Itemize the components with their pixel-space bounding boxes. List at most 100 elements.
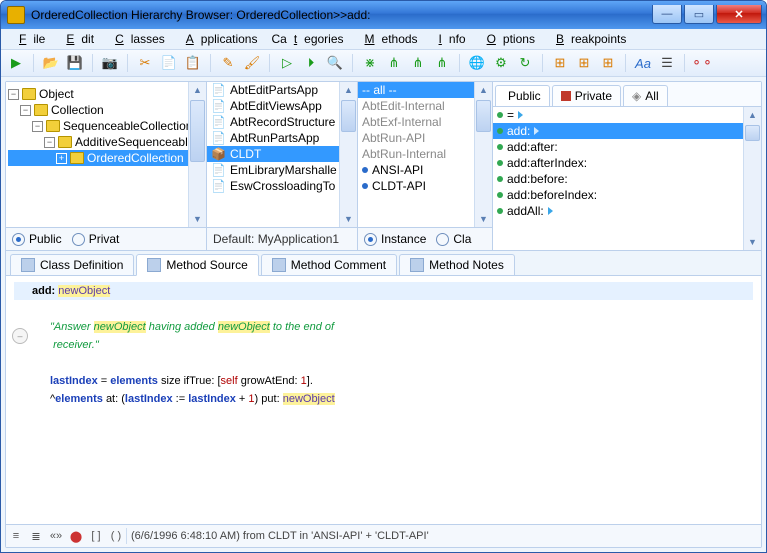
gutter-marker[interactable]: – xyxy=(12,328,28,344)
status-icon[interactable]: «» xyxy=(46,530,66,542)
camera-icon[interactable]: 📷 xyxy=(101,54,119,72)
radio-public[interactable]: Public xyxy=(12,232,62,246)
class-hierarchy-pane: −Object −Collection −SequenceableCollect… xyxy=(6,82,207,250)
tab-class-definition[interactable]: Class Definition xyxy=(10,254,134,275)
menu-info[interactable]: Info xyxy=(425,30,473,48)
refresh-icon[interactable]: ↻ xyxy=(516,54,534,72)
brush-icon[interactable]: 🖌 xyxy=(243,54,261,72)
open-icon[interactable]: 📂 xyxy=(42,54,60,72)
grid3-icon[interactable]: ⊞ xyxy=(599,54,617,72)
pencil-icon[interactable]: ✎ xyxy=(219,54,237,72)
status-icon[interactable]: ≣ xyxy=(26,530,46,543)
list-item[interactable]: = xyxy=(493,107,761,123)
list-item[interactable]: add:before: xyxy=(493,171,761,187)
menu-classes[interactable]: Classes xyxy=(101,30,172,48)
tab-icon xyxy=(147,258,161,272)
checklist-icon[interactable]: ☰ xyxy=(658,54,676,72)
tree-row[interactable]: −SequenceableCollection xyxy=(8,118,204,134)
minimize-button[interactable]: — xyxy=(652,5,682,24)
menubar[interactable]: File Edit Classes Applications Categorie… xyxy=(1,29,766,50)
list-item-selected[interactable]: add: xyxy=(493,123,761,139)
status-icon[interactable]: [ ] xyxy=(86,530,106,542)
list-item[interactable]: 📄 AbtRunPartsApp xyxy=(207,130,357,146)
list-item[interactable]: add:after: xyxy=(493,139,761,155)
class-tree[interactable]: −Object −Collection −SequenceableCollect… xyxy=(6,82,206,227)
status-icon[interactable]: ⬤ xyxy=(66,530,86,543)
tree-row-selected[interactable]: +OrderedCollection xyxy=(8,150,204,166)
categories-list[interactable]: -- all -- AbtEdit-Internal AbtExf-Intern… xyxy=(358,82,492,227)
menu-methods[interactable]: Methods xyxy=(351,30,425,48)
methods-list[interactable]: = add: add:after: add:afterIndex: add:be… xyxy=(493,107,761,250)
list-item-selected[interactable]: 📦 CLDT xyxy=(207,146,357,162)
list-item[interactable]: 📄 AbtEditPartsApp xyxy=(207,82,357,98)
maximize-button[interactable]: ▭ xyxy=(684,5,714,24)
grid1-icon[interactable]: ⊞ xyxy=(551,54,569,72)
titlebar[interactable]: OrderedCollection Hierarchy Browser: Ord… xyxy=(1,1,766,29)
list-item[interactable]: addAll: xyxy=(493,203,761,219)
scrollbar[interactable]: ▲▼ xyxy=(339,82,357,227)
radio-instance[interactable]: Instance xyxy=(364,232,426,246)
run-icon[interactable]: ▶ xyxy=(7,54,25,72)
copy-icon[interactable]: 📄 xyxy=(160,54,178,72)
list-item-selected[interactable]: -- all -- xyxy=(358,82,492,98)
tab-method-notes[interactable]: Method Notes xyxy=(399,254,515,275)
tree-row[interactable]: −AdditiveSequenceable xyxy=(8,134,204,150)
menu-categories[interactable]: Categories xyxy=(264,30,350,48)
radio-privat[interactable]: Privat xyxy=(72,232,120,246)
tree-row[interactable]: −Collection xyxy=(8,102,204,118)
list-item[interactable]: add:beforeIndex: xyxy=(493,187,761,203)
list-item[interactable]: AbtRun-API xyxy=(358,130,492,146)
list-item[interactable]: 📄 EmLibraryMarshalle xyxy=(207,162,357,178)
save-icon[interactable]: 💾 xyxy=(66,54,84,72)
tab-method-source[interactable]: Method Source xyxy=(136,254,258,276)
menu-applications[interactable]: Applications xyxy=(172,30,265,48)
step-icon[interactable]: ⏵ xyxy=(302,54,320,72)
globe-icon[interactable]: 🌐 xyxy=(468,54,486,72)
filter3-icon[interactable]: ⋔ xyxy=(433,54,451,72)
filter1-icon[interactable]: ⋔ xyxy=(385,54,403,72)
status-icon[interactable]: ( ) xyxy=(106,530,126,542)
menu-breakpoints[interactable]: Breakpoints xyxy=(542,30,633,48)
app-icon xyxy=(7,6,25,24)
list-item[interactable]: 📄 EswCrossloadingTo xyxy=(207,178,357,194)
share-icon[interactable]: ⚬⚬ xyxy=(693,54,711,72)
list-item[interactable]: AbtEdit-Internal xyxy=(358,98,492,114)
font-icon[interactable]: Aa xyxy=(634,54,652,72)
menu-file[interactable]: File xyxy=(5,30,52,48)
cut-icon[interactable]: ✂ xyxy=(136,54,154,72)
play-icon[interactable]: ▷ xyxy=(278,54,296,72)
scrollbar[interactable]: ▲▼ xyxy=(474,82,492,227)
statusbar: ≡ ≣ «» ⬤ [ ] ( ) (6/6/1996 6:48:10 AM) f… xyxy=(6,524,761,547)
tab-all[interactable]: ◈All xyxy=(623,85,668,106)
radio-label: Privat xyxy=(89,232,120,246)
menu-options[interactable]: Options xyxy=(473,30,542,48)
list-item[interactable]: CLDT-API xyxy=(358,178,492,194)
toolbar-separator xyxy=(352,54,353,72)
menu-edit[interactable]: Edit xyxy=(52,30,101,48)
tree-row[interactable]: −Object xyxy=(8,86,204,102)
search-icon[interactable]: 🔍 xyxy=(326,54,344,72)
bug-icon[interactable]: ⋇ xyxy=(361,54,379,72)
status-icon[interactable]: ≡ xyxy=(6,530,26,542)
list-item[interactable]: 📄 AbtEditViewsApp xyxy=(207,98,357,114)
paste-icon[interactable]: 📋 xyxy=(184,54,202,72)
list-item[interactable]: add:afterIndex: xyxy=(493,155,761,171)
window-buttons: — ▭ ✕ xyxy=(650,5,762,25)
tab-method-comment[interactable]: Method Comment xyxy=(261,254,397,275)
tool1-icon[interactable]: ⚙ xyxy=(492,54,510,72)
list-item[interactable]: ANSI-API xyxy=(358,162,492,178)
close-button[interactable]: ✕ xyxy=(716,5,762,24)
scrollbar[interactable]: ▲▼ xyxy=(188,82,206,227)
toolbar-separator xyxy=(625,54,626,72)
tab-public[interactable]: Public xyxy=(495,85,550,106)
tab-private[interactable]: Private xyxy=(552,85,621,106)
list-item[interactable]: AbtRun-Internal xyxy=(358,146,492,162)
grid2-icon[interactable]: ⊞ xyxy=(575,54,593,72)
list-item[interactable]: AbtExf-Internal xyxy=(358,114,492,130)
radio-class[interactable]: Cla xyxy=(436,232,471,246)
applications-list[interactable]: 📄 AbtEditPartsApp 📄 AbtEditViewsApp 📄 Ab… xyxy=(207,82,357,227)
list-item[interactable]: 📄 AbtRecordStructure xyxy=(207,114,357,130)
scrollbar[interactable]: ▲▼ xyxy=(743,107,761,250)
source-editor[interactable]: add: newObject – "Answer newObject havin… xyxy=(6,276,761,524)
filter2-icon[interactable]: ⋔ xyxy=(409,54,427,72)
